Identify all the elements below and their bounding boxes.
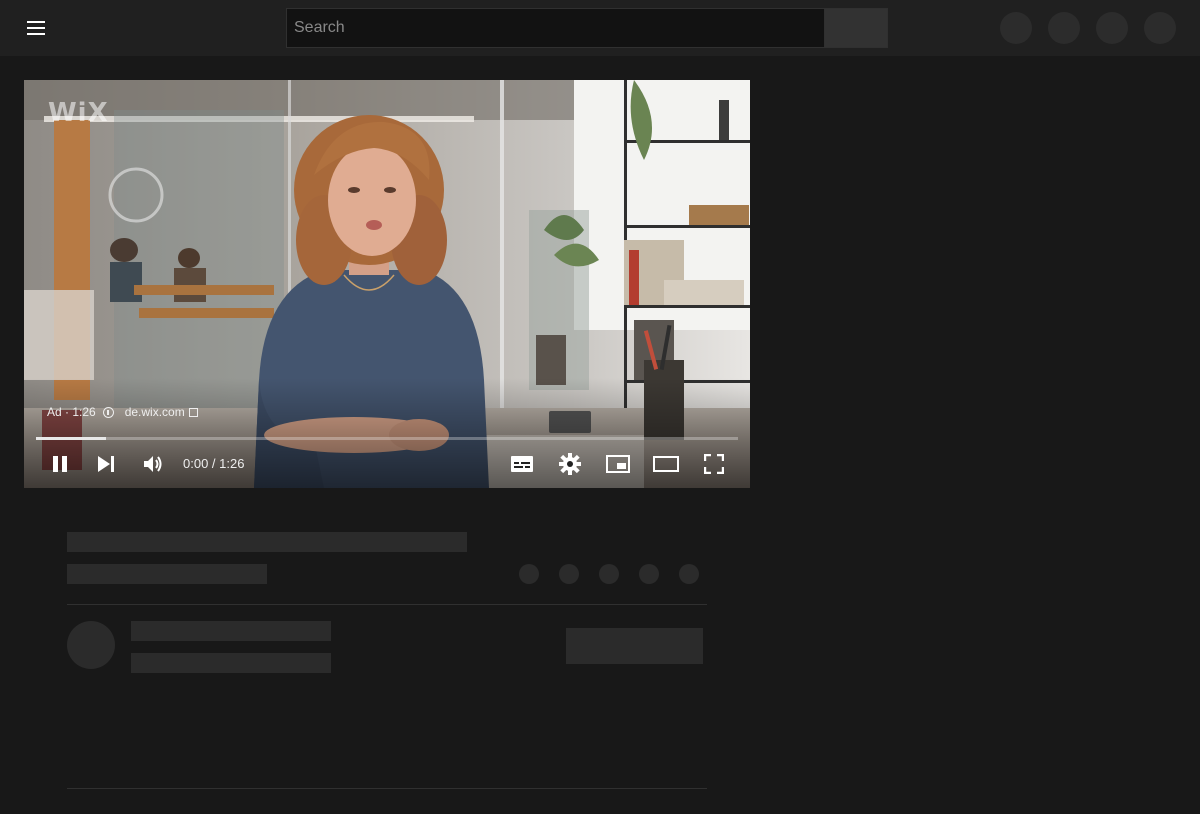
next-icon[interactable]	[91, 449, 121, 479]
header-icon-placeholder[interactable]	[1096, 12, 1128, 44]
pause-icon[interactable]	[45, 449, 75, 479]
fullscreen-icon[interactable]	[699, 449, 729, 479]
subscriber-count-placeholder	[131, 653, 331, 673]
header-icon-placeholder[interactable]	[1000, 12, 1032, 44]
action-placeholder	[679, 564, 699, 584]
ad-label: Ad · 1:26	[47, 405, 96, 419]
header-icon-placeholder[interactable]	[1048, 12, 1080, 44]
views-placeholder	[67, 564, 267, 584]
ad-domain-link[interactable]: de.wix.com	[125, 405, 185, 419]
subscribe-button-placeholder	[566, 628, 703, 664]
avatar-placeholder[interactable]	[1144, 12, 1176, 44]
progress-bar[interactable]	[36, 437, 738, 440]
title-placeholder	[67, 532, 467, 552]
action-placeholder	[599, 564, 619, 584]
volume-icon[interactable]	[138, 449, 168, 479]
theater-icon[interactable]	[651, 449, 681, 479]
divider	[67, 788, 707, 789]
action-placeholder	[639, 564, 659, 584]
channel-name-placeholder	[131, 621, 331, 641]
external-link-icon[interactable]	[188, 407, 198, 417]
settings-icon[interactable]	[555, 449, 585, 479]
action-placeholder	[559, 564, 579, 584]
subtitles-icon[interactable]	[507, 449, 537, 479]
ad-info: Ad · 1:26 de.wix.com	[47, 405, 198, 419]
search-box	[286, 8, 888, 48]
time-display: 0:00 / 1:26	[183, 456, 245, 471]
channel-avatar-placeholder	[67, 621, 115, 669]
menu-icon[interactable]	[20, 12, 52, 44]
search-button[interactable]	[824, 8, 888, 48]
divider	[67, 604, 707, 605]
top-bar	[0, 0, 1200, 56]
info-icon[interactable]	[102, 406, 114, 418]
miniplayer-icon[interactable]	[603, 449, 633, 479]
video-player[interactable]: WiX Ad · 1:26 de.wix.com 0:00 / 1:26	[24, 80, 750, 488]
controls-gradient	[24, 378, 750, 488]
wix-logo: WiX	[48, 98, 109, 128]
progress-played	[36, 437, 107, 440]
action-placeholder	[519, 564, 539, 584]
search-input[interactable]	[286, 8, 824, 48]
